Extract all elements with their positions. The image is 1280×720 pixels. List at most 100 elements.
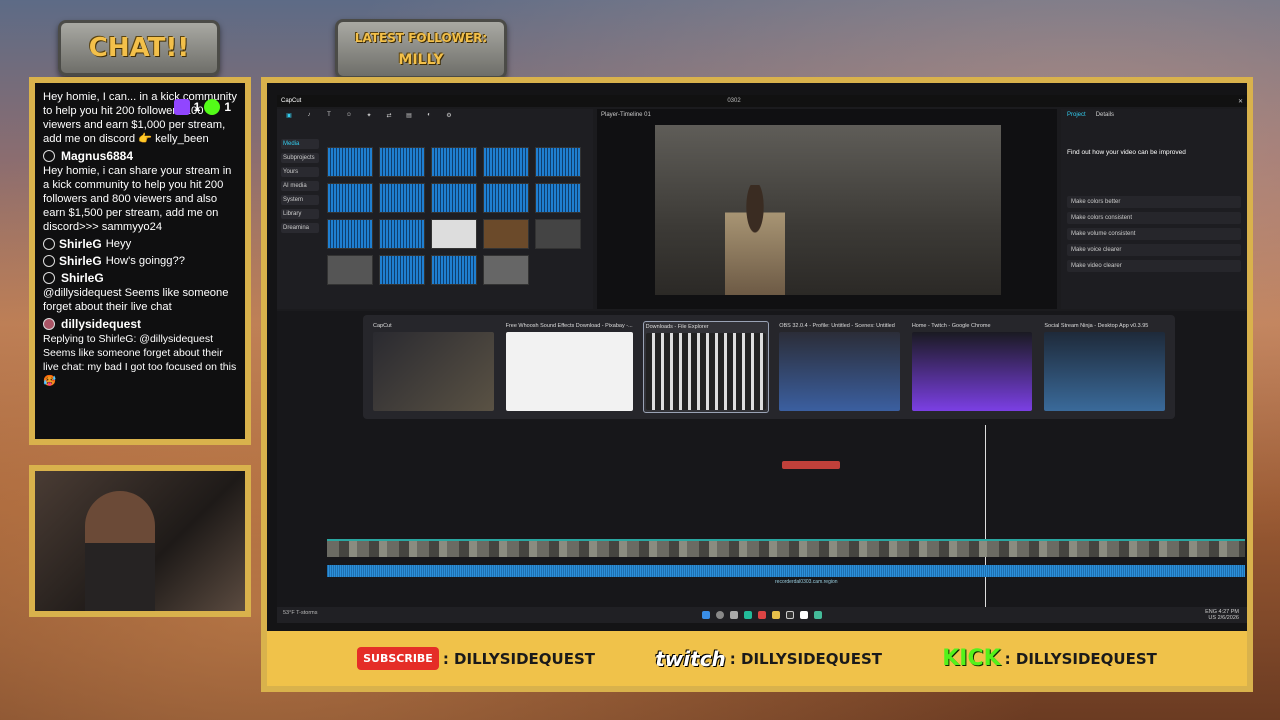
media-thumb[interactable]	[327, 255, 373, 285]
props-item[interactable]: Make video clearer	[1067, 260, 1241, 272]
side-item[interactable]: Library	[281, 209, 319, 219]
media-thumb[interactable]	[379, 255, 425, 285]
props-tabs: Project Details	[1061, 109, 1247, 121]
chat-title-plaque: CHAT!!	[58, 20, 220, 76]
chat-username: ShirleG	[59, 237, 102, 251]
screen-capture: CapCut 0302 ✕ ▣ ♪ T ☺ ✦ ⇄ ▤ ◐ ⚙ Media Subproject…	[261, 77, 1253, 692]
close-icon[interactable]: ✕	[1238, 98, 1243, 105]
media-thumb[interactable]	[379, 183, 425, 213]
media-thumb[interactable]	[327, 183, 373, 213]
chat-message: Heyy	[105, 238, 132, 250]
stickers-icon[interactable]: ☺	[343, 112, 355, 119]
audio-icon[interactable]: ♪	[303, 112, 315, 119]
twitch-count: 1	[193, 100, 201, 114]
start-icon[interactable]	[702, 611, 710, 619]
alt-tab-switcher: CapCut Free Whoosh Sound Effects Downloa…	[363, 315, 1175, 419]
media-thumb[interactable]	[535, 147, 581, 177]
app-icon[interactable]	[814, 611, 822, 619]
webcam-person	[85, 491, 155, 611]
media-thumb[interactable]	[483, 183, 529, 213]
side-item[interactable]: AI media	[281, 181, 319, 191]
media-thumb[interactable]	[483, 147, 529, 177]
props-heading: Find out how your video can be improved	[1067, 149, 1186, 156]
chat-username: dillysidequest	[61, 317, 142, 331]
chat-username: ShirleG	[59, 254, 102, 268]
playhead[interactable]	[985, 425, 986, 615]
social-bar: SUBSCRIBE: DILLYSIDEQUEST twitch: DILLYS…	[267, 631, 1247, 686]
side-item[interactable]: Dreamina	[281, 223, 319, 233]
media-thumb[interactable]	[483, 219, 529, 249]
side-item[interactable]: Media	[281, 139, 319, 149]
chrome-icon[interactable]	[758, 611, 766, 619]
avatar	[43, 238, 55, 250]
props-item[interactable]: Make volume consistent	[1067, 228, 1241, 240]
media-thumb[interactable]	[535, 219, 581, 249]
chat-message: How's goingg??	[105, 255, 185, 267]
media-thumb[interactable]	[431, 147, 477, 177]
chat-title: CHAT!!	[88, 33, 190, 63]
task-view-icon[interactable]	[730, 611, 738, 619]
switcher-window[interactable]: Social Stream Ninja - Desktop App v0.3.9…	[1042, 321, 1167, 413]
media-thumb[interactable]	[431, 255, 477, 285]
latest-follower-plaque: LATEST FOLLOWER: MILLY	[335, 19, 507, 79]
side-item[interactable]: Yours	[281, 167, 319, 177]
player-label: Player-Timeline 01	[601, 112, 651, 118]
search-icon[interactable]	[716, 611, 724, 619]
media-icon[interactable]: ▣	[283, 112, 295, 119]
media-thumb[interactable]	[431, 219, 477, 249]
switcher-window[interactable]: CapCut	[371, 321, 496, 413]
window-preview	[373, 332, 494, 411]
explorer-icon[interactable]	[772, 611, 780, 619]
text-icon[interactable]: T	[323, 112, 335, 119]
side-item[interactable]: System	[281, 195, 319, 205]
captions-icon[interactable]: ▤	[403, 112, 415, 119]
props-item[interactable]: Make colors consistent	[1067, 212, 1241, 224]
audio-track[interactable]	[327, 565, 1245, 577]
chat-message: Hey homie, i can share your stream in a …	[43, 165, 232, 233]
adjustment-icon[interactable]: ⚙	[443, 112, 455, 119]
media-thumb[interactable]	[535, 183, 581, 213]
switcher-window[interactable]: OBS 32.0.4 - Profile: Untitled - Scenes:…	[777, 321, 902, 413]
media-thumb[interactable]	[327, 219, 373, 249]
system-clock[interactable]: ENG 4:27 PM US 2/6/2026	[1205, 609, 1239, 621]
kick-count: 1	[224, 100, 231, 114]
timeline-clip[interactable]	[782, 461, 840, 469]
platform-counts: 1 1	[173, 99, 231, 115]
effects-icon[interactable]: ✦	[363, 112, 375, 119]
kick-icon	[204, 99, 221, 115]
latest-follower-name: MILLY	[398, 52, 444, 68]
video-track[interactable]	[327, 539, 1245, 557]
edge-icon[interactable]	[744, 611, 752, 619]
weather-widget[interactable]: 53°F T-storms	[283, 610, 318, 616]
chat-message: Replying to ShirleG: @dillysidequest See…	[43, 333, 237, 387]
side-item[interactable]: Subprojects	[281, 153, 319, 163]
twitch-icon	[173, 99, 190, 115]
chat-panel: 1 1 Hey homie, I can... in a kick commun…	[29, 77, 251, 445]
media-thumb[interactable]	[431, 183, 477, 213]
media-thumb[interactable]	[483, 255, 529, 285]
media-thumb[interactable]	[327, 147, 373, 177]
transitions-icon[interactable]: ⇄	[383, 112, 395, 119]
tab-details[interactable]: Details	[1096, 112, 1114, 118]
chat-user: dillysidequest	[43, 317, 237, 331]
filters-icon[interactable]: ◐	[423, 112, 435, 119]
switcher-window[interactable]: Free Whoosh Sound Effects Download - Pix…	[504, 321, 635, 413]
chat-username: Magnus6884	[61, 149, 134, 163]
video-preview[interactable]	[655, 125, 1001, 295]
obs-icon[interactable]	[786, 611, 794, 619]
tab-project[interactable]: Project	[1067, 112, 1086, 118]
avatar	[43, 150, 55, 162]
props-item[interactable]: Make voice clearer	[1067, 244, 1241, 256]
media-thumb[interactable]	[379, 219, 425, 249]
media-thumb[interactable]	[379, 147, 425, 177]
avatar	[43, 255, 55, 267]
chat-user: ShirleG	[43, 271, 237, 285]
capcut-icon[interactable]	[800, 611, 808, 619]
props-item[interactable]: Make colors better	[1067, 196, 1241, 208]
switcher-window[interactable]: Downloads - File Explorer	[642, 321, 770, 413]
window-preview	[645, 333, 767, 410]
window-label: Social Stream Ninja - Desktop App v0.3.9…	[1044, 323, 1149, 329]
switcher-window[interactable]: Home - Twitch - Google Chrome	[910, 321, 1035, 413]
clip-label: recorderdal0303.cam.region	[775, 579, 838, 585]
weather-temp: 53°F	[283, 610, 295, 616]
